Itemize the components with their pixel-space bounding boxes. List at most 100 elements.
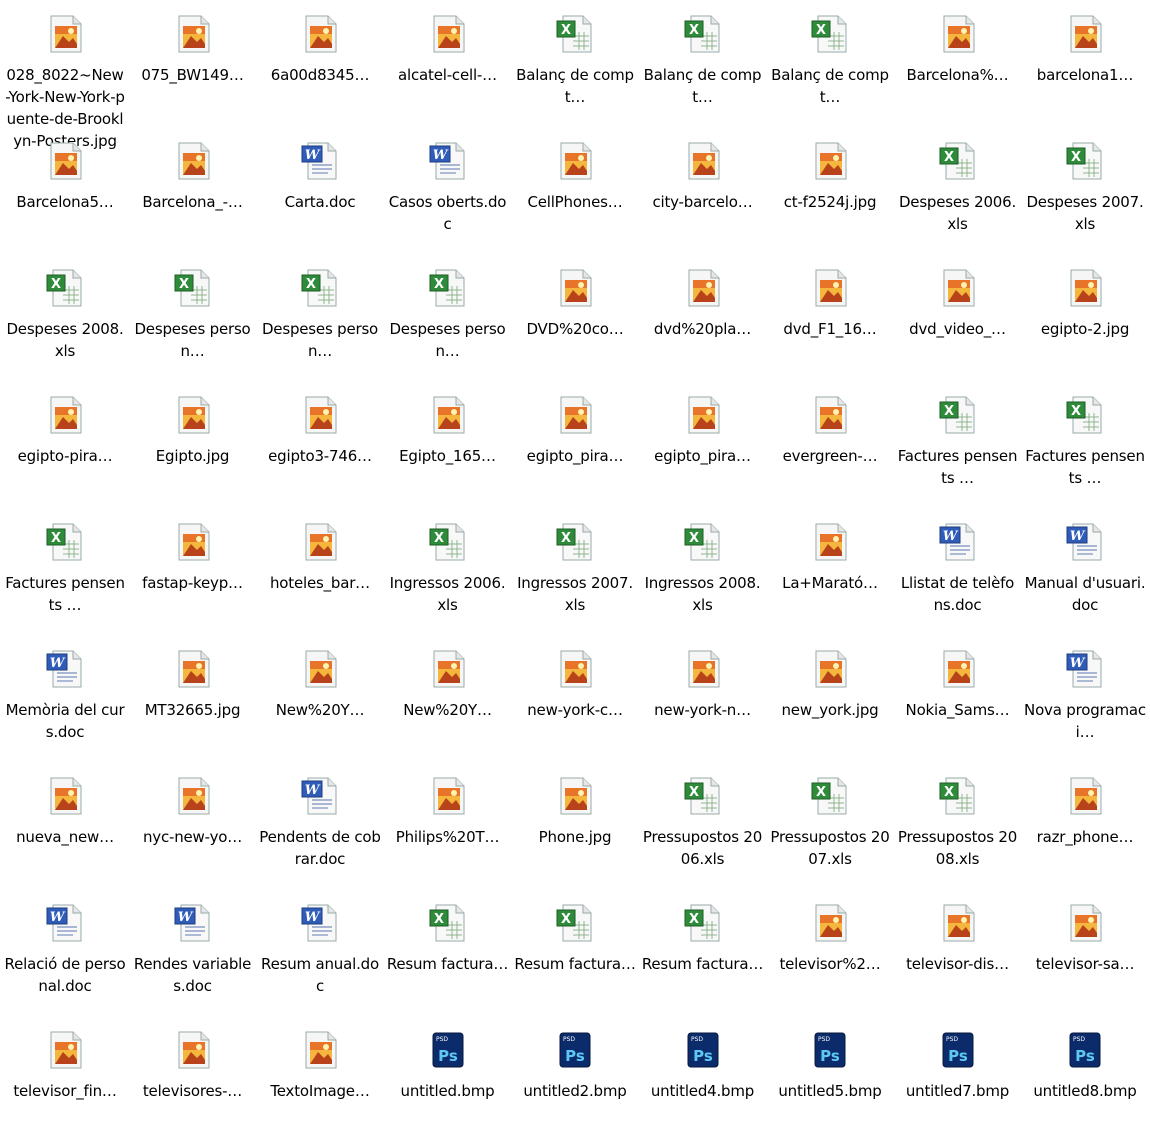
file-item[interactable]: X Factures pensents … bbox=[894, 383, 1022, 510]
file-item[interactable]: 6a00d8345… bbox=[256, 2, 384, 129]
file-item[interactable]: W Llistat de telèfons.doc bbox=[894, 510, 1022, 637]
file-item[interactable]: W Rendes variables.doc bbox=[129, 891, 257, 1018]
svg-text:W: W bbox=[305, 148, 321, 163]
file-item[interactable]: televisor-dis… bbox=[894, 891, 1022, 1018]
file-item[interactable]: W Casos oberts.doc bbox=[384, 129, 512, 256]
file-item[interactable]: X Ingressos 2007.xls bbox=[511, 510, 639, 637]
file-item[interactable]: X Resum factura… bbox=[639, 891, 767, 1018]
file-item[interactable]: New%20Y… bbox=[256, 637, 384, 764]
file-item[interactable]: X Balanç de compt… bbox=[639, 2, 767, 129]
file-item[interactable]: Phone.jpg bbox=[511, 764, 639, 891]
file-name-label: Ingressos 2006.xls bbox=[389, 574, 506, 614]
file-item[interactable]: X Despeses person… bbox=[129, 256, 257, 383]
image-icon bbox=[938, 903, 978, 943]
file-item[interactable]: PSD Ps untitled8.bmp bbox=[1021, 1018, 1149, 1145]
file-item[interactable]: dvd_video_… bbox=[894, 256, 1022, 383]
file-item[interactable]: egipto-2.jpg bbox=[1021, 256, 1149, 383]
file-item[interactable]: new_york.jpg bbox=[766, 637, 894, 764]
file-item[interactable]: Philips%20T… bbox=[384, 764, 512, 891]
svg-text:X: X bbox=[816, 23, 826, 38]
file-item[interactable]: W Memòria del curs.doc bbox=[1, 637, 129, 764]
file-item[interactable]: DVD%20co… bbox=[511, 256, 639, 383]
file-item[interactable]: Egipto_165… bbox=[384, 383, 512, 510]
file-item[interactable]: fastap-keyp… bbox=[129, 510, 257, 637]
file-item[interactable]: CellPhones… bbox=[511, 129, 639, 256]
svg-text:W: W bbox=[305, 910, 321, 925]
file-item[interactable]: egipto-pira… bbox=[1, 383, 129, 510]
file-item[interactable]: Nokia_Sams… bbox=[894, 637, 1022, 764]
file-item[interactable]: X Ingressos 2008.xls bbox=[639, 510, 767, 637]
file-item[interactable]: Barcelona_-… bbox=[129, 129, 257, 256]
file-item[interactable]: hoteles_bar… bbox=[256, 510, 384, 637]
file-item[interactable]: dvd_F1_16… bbox=[766, 256, 894, 383]
file-item[interactable]: X Resum factura… bbox=[511, 891, 639, 1018]
file-item[interactable]: X Despeses person… bbox=[384, 256, 512, 383]
file-item[interactable]: PSD Ps untitled7.bmp bbox=[894, 1018, 1022, 1145]
excel-icon: X bbox=[555, 522, 595, 562]
file-item[interactable]: city-barcelo… bbox=[639, 129, 767, 256]
file-item[interactable]: X Pressupostos 2006.xls bbox=[639, 764, 767, 891]
file-name-label: dvd_video_… bbox=[909, 320, 1006, 338]
file-item[interactable]: W Relació de personal.doc bbox=[1, 891, 129, 1018]
file-item[interactable]: W Resum anual.doc bbox=[256, 891, 384, 1018]
file-item[interactable]: TextoImage… bbox=[256, 1018, 384, 1145]
excel-icon: X bbox=[1065, 395, 1105, 435]
file-name-label: evergreen-… bbox=[782, 447, 878, 465]
file-item[interactable]: 028_8022~New-York-New-York-puente-de-Bro… bbox=[1, 2, 129, 150]
file-item[interactable]: X Factures pensents … bbox=[1021, 383, 1149, 510]
file-item[interactable]: 075_BW149… bbox=[129, 2, 257, 129]
file-name-label: egipto_pira… bbox=[526, 447, 624, 465]
file-item[interactable]: PSD Ps untitled2.bmp bbox=[511, 1018, 639, 1145]
file-item[interactable]: X Despeses person… bbox=[256, 256, 384, 383]
file-item[interactable]: dvd%20pla… bbox=[639, 256, 767, 383]
file-item[interactable]: Barcelona5… bbox=[1, 129, 129, 256]
file-item[interactable]: PSD Ps untitled.bmp bbox=[384, 1018, 512, 1145]
file-item[interactable]: W Nova programaci… bbox=[1021, 637, 1149, 764]
file-name-label: 075_BW149… bbox=[141, 66, 244, 84]
file-item[interactable]: Egipto.jpg bbox=[129, 383, 257, 510]
file-item[interactable]: X Pressupostos 2008.xls bbox=[894, 764, 1022, 891]
file-item[interactable]: X Pressupostos 2007.xls bbox=[766, 764, 894, 891]
file-item[interactable]: X Despeses 2007.xls bbox=[1021, 129, 1149, 256]
file-item[interactable]: evergreen-… bbox=[766, 383, 894, 510]
file-item[interactable]: X Resum factura… bbox=[384, 891, 512, 1018]
word-icon: W bbox=[300, 141, 340, 181]
file-item[interactable]: X Balanç de compt… bbox=[766, 2, 894, 129]
image-icon bbox=[555, 776, 595, 816]
file-item[interactable]: razr_phone… bbox=[1021, 764, 1149, 891]
file-item[interactable]: new-york-n… bbox=[639, 637, 767, 764]
file-name-label: Barcelona_-… bbox=[142, 193, 243, 211]
file-item[interactable]: X Factures pensents … bbox=[1, 510, 129, 637]
file-item[interactable]: W Manual d'usuari.doc bbox=[1021, 510, 1149, 637]
file-item[interactable]: X Despeses 2006.xls bbox=[894, 129, 1022, 256]
file-item[interactable]: televisores-… bbox=[129, 1018, 257, 1145]
file-item[interactable]: New%20Y… bbox=[384, 637, 512, 764]
file-item[interactable]: egipto_pira… bbox=[639, 383, 767, 510]
file-item[interactable]: egipto_pira… bbox=[511, 383, 639, 510]
svg-text:W: W bbox=[50, 656, 66, 671]
file-item[interactable]: televisor%2… bbox=[766, 891, 894, 1018]
file-item[interactable]: W Carta.doc bbox=[256, 129, 384, 256]
file-name-label: Rendes variables.doc bbox=[133, 955, 252, 995]
file-item[interactable]: nyc-new-yo… bbox=[129, 764, 257, 891]
file-name-label: Ingressos 2008.xls bbox=[644, 574, 761, 614]
file-item[interactable]: X Balanç de compt… bbox=[511, 2, 639, 129]
file-item[interactable]: nueva_new… bbox=[1, 764, 129, 891]
file-item[interactable]: La+Marató… bbox=[766, 510, 894, 637]
file-item[interactable]: MT32665.jpg bbox=[129, 637, 257, 764]
file-item[interactable]: new-york-c… bbox=[511, 637, 639, 764]
file-item[interactable]: Barcelona%… bbox=[894, 2, 1022, 129]
file-item[interactable]: egipto3-746… bbox=[256, 383, 384, 510]
file-item[interactable]: PSD Ps untitled4.bmp bbox=[639, 1018, 767, 1145]
file-item[interactable]: ct-f2524j.jpg bbox=[766, 129, 894, 256]
word-icon: W bbox=[173, 903, 213, 943]
file-item[interactable]: X Ingressos 2006.xls bbox=[384, 510, 512, 637]
file-item[interactable]: televisor_fin… bbox=[1, 1018, 129, 1145]
file-item[interactable]: PSD Ps untitled5.bmp bbox=[766, 1018, 894, 1145]
file-item[interactable]: X Despeses 2008.xls bbox=[1, 256, 129, 383]
file-item[interactable]: W Pendents de cobrar.doc bbox=[256, 764, 384, 891]
file-item[interactable]: alcatel-cell-… bbox=[384, 2, 512, 129]
file-item[interactable]: televisor-sa… bbox=[1021, 891, 1149, 1018]
image-icon bbox=[1065, 14, 1105, 54]
file-item[interactable]: barcelona1… bbox=[1021, 2, 1149, 129]
